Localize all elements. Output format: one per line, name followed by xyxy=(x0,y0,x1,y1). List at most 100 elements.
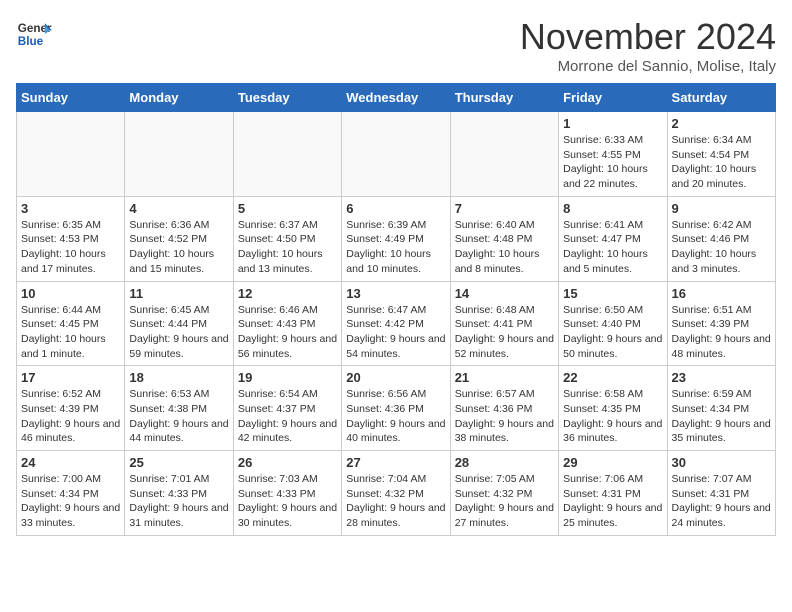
calendar-cell: 1 Sunrise: 6:33 AM Sunset: 4:55 PM Daylig… xyxy=(559,112,667,197)
day-info: Sunrise: 7:01 AM Sunset: 4:33 PM Dayligh… xyxy=(129,472,228,531)
day-number: 13 xyxy=(346,286,445,301)
logo-icon: General Blue xyxy=(16,16,52,52)
day-info: Sunrise: 7:07 AM Sunset: 4:31 PM Dayligh… xyxy=(672,472,771,531)
day-header-saturday: Saturday xyxy=(667,84,775,112)
day-number: 22 xyxy=(563,370,662,385)
day-info: Sunrise: 6:40 AM Sunset: 4:48 PM Dayligh… xyxy=(455,218,554,277)
calendar-cell: 7 Sunrise: 6:40 AM Sunset: 4:48 PM Daylig… xyxy=(450,196,558,281)
day-info: Sunrise: 6:57 AM Sunset: 4:36 PM Dayligh… xyxy=(455,387,554,446)
location: Morrone del Sannio, Molise, Italy xyxy=(520,58,776,75)
day-number: 15 xyxy=(563,286,662,301)
calendar-cell xyxy=(233,112,341,197)
month-title: November 2024 xyxy=(520,16,776,58)
day-number: 1 xyxy=(563,116,662,131)
day-number: 30 xyxy=(672,455,771,470)
day-number: 23 xyxy=(672,370,771,385)
calendar-cell: 4 Sunrise: 6:36 AM Sunset: 4:52 PM Daylig… xyxy=(125,196,233,281)
day-number: 6 xyxy=(346,201,445,216)
day-info: Sunrise: 6:39 AM Sunset: 4:49 PM Dayligh… xyxy=(346,218,445,277)
day-info: Sunrise: 6:58 AM Sunset: 4:35 PM Dayligh… xyxy=(563,387,662,446)
title-block: November 2024 Morrone del Sannio, Molise… xyxy=(520,16,776,75)
calendar-cell: 17 Sunrise: 6:52 AM Sunset: 4:39 PM Dayli… xyxy=(17,366,125,451)
calendar-cell: 15 Sunrise: 6:50 AM Sunset: 4:40 PM Dayli… xyxy=(559,281,667,366)
calendar-week-2: 10Sunrise: 6:44 AM Sunset: 4:45 PM Dayli… xyxy=(17,281,776,366)
svg-text:Blue: Blue xyxy=(18,35,44,48)
calendar-cell: 12Sunrise: 6:46 AM Sunset: 4:43 PM Dayli… xyxy=(233,281,341,366)
day-info: Sunrise: 7:04 AM Sunset: 4:32 PM Dayligh… xyxy=(346,472,445,531)
calendar-cell xyxy=(125,112,233,197)
calendar-cell: 19 Sunrise: 6:54 AM Sunset: 4:37 PM Dayli… xyxy=(233,366,341,451)
logo: General Blue xyxy=(16,16,52,52)
day-number: 5 xyxy=(238,201,337,216)
calendar-table: SundayMondayTuesdayWednesdayThursdayFrid… xyxy=(16,83,776,536)
day-number: 11 xyxy=(129,286,228,301)
calendar-header-row: SundayMondayTuesdayWednesdayThursdayFrid… xyxy=(17,84,776,112)
calendar-cell: 23 Sunrise: 6:59 AM Sunset: 4:34 PM Dayli… xyxy=(667,366,775,451)
calendar-cell: 18 Sunrise: 6:53 AM Sunset: 4:38 PM Dayli… xyxy=(125,366,233,451)
day-number: 4 xyxy=(129,201,228,216)
day-info: Sunrise: 6:54 AM Sunset: 4:37 PM Dayligh… xyxy=(238,387,337,446)
calendar-cell: 25 Sunrise: 7:01 AM Sunset: 4:33 PM Dayli… xyxy=(125,451,233,536)
day-number: 9 xyxy=(672,201,771,216)
day-number: 29 xyxy=(563,455,662,470)
day-info: Sunrise: 6:41 AM Sunset: 4:47 PM Dayligh… xyxy=(563,218,662,277)
day-info: Sunrise: 6:44 AM Sunset: 4:45 PM Dayligh… xyxy=(21,303,120,362)
calendar-cell: 8 Sunrise: 6:41 AM Sunset: 4:47 PM Daylig… xyxy=(559,196,667,281)
day-info: Sunrise: 6:46 AM Sunset: 4:43 PM Dayligh… xyxy=(238,303,337,362)
day-info: Sunrise: 6:34 AM Sunset: 4:54 PM Dayligh… xyxy=(672,133,771,192)
calendar-cell: 29Sunrise: 7:06 AM Sunset: 4:31 PM Dayli… xyxy=(559,451,667,536)
day-number: 26 xyxy=(238,455,337,470)
calendar-cell: 30 Sunrise: 7:07 AM Sunset: 4:31 PM Dayli… xyxy=(667,451,775,536)
day-number: 3 xyxy=(21,201,120,216)
calendar-cell: 9Sunrise: 6:42 AM Sunset: 4:46 PM Daylig… xyxy=(667,196,775,281)
day-number: 25 xyxy=(129,455,228,470)
calendar-cell: 21 Sunrise: 6:57 AM Sunset: 4:36 PM Dayli… xyxy=(450,366,558,451)
calendar-cell: 3 Sunrise: 6:35 AM Sunset: 4:53 PM Daylig… xyxy=(17,196,125,281)
calendar-cell: 24 Sunrise: 7:00 AM Sunset: 4:34 PM Dayli… xyxy=(17,451,125,536)
day-number: 27 xyxy=(346,455,445,470)
day-number: 2 xyxy=(672,116,771,131)
calendar-cell: 14 Sunrise: 6:48 AM Sunset: 4:41 PM Dayli… xyxy=(450,281,558,366)
day-number: 14 xyxy=(455,286,554,301)
day-number: 17 xyxy=(21,370,120,385)
calendar-cell: 20 Sunrise: 6:56 AM Sunset: 4:36 PM Dayli… xyxy=(342,366,450,451)
day-header-wednesday: Wednesday xyxy=(342,84,450,112)
calendar-cell xyxy=(342,112,450,197)
calendar-cell: 26 Sunrise: 7:03 AM Sunset: 4:33 PM Dayli… xyxy=(233,451,341,536)
calendar-week-4: 24 Sunrise: 7:00 AM Sunset: 4:34 PM Dayli… xyxy=(17,451,776,536)
day-info: Sunrise: 6:51 AM Sunset: 4:39 PM Dayligh… xyxy=(672,303,771,362)
day-number: 19 xyxy=(238,370,337,385)
day-info: Sunrise: 6:53 AM Sunset: 4:38 PM Dayligh… xyxy=(129,387,228,446)
calendar-cell xyxy=(450,112,558,197)
day-number: 24 xyxy=(21,455,120,470)
page-header: General Blue November 2024 Morrone del S… xyxy=(16,16,776,75)
day-info: Sunrise: 6:56 AM Sunset: 4:36 PM Dayligh… xyxy=(346,387,445,446)
day-info: Sunrise: 6:48 AM Sunset: 4:41 PM Dayligh… xyxy=(455,303,554,362)
day-header-friday: Friday xyxy=(559,84,667,112)
day-info: Sunrise: 6:35 AM Sunset: 4:53 PM Dayligh… xyxy=(21,218,120,277)
day-number: 28 xyxy=(455,455,554,470)
day-info: Sunrise: 6:36 AM Sunset: 4:52 PM Dayligh… xyxy=(129,218,228,277)
day-info: Sunrise: 6:59 AM Sunset: 4:34 PM Dayligh… xyxy=(672,387,771,446)
day-number: 8 xyxy=(563,201,662,216)
calendar-cell: 5 Sunrise: 6:37 AM Sunset: 4:50 PM Daylig… xyxy=(233,196,341,281)
day-number: 7 xyxy=(455,201,554,216)
day-info: Sunrise: 7:05 AM Sunset: 4:32 PM Dayligh… xyxy=(455,472,554,531)
calendar-cell: 27 Sunrise: 7:04 AM Sunset: 4:32 PM Dayli… xyxy=(342,451,450,536)
day-info: Sunrise: 6:37 AM Sunset: 4:50 PM Dayligh… xyxy=(238,218,337,277)
calendar-cell: 13Sunrise: 6:47 AM Sunset: 4:42 PM Dayli… xyxy=(342,281,450,366)
day-info: Sunrise: 6:33 AM Sunset: 4:55 PM Dayligh… xyxy=(563,133,662,192)
day-info: Sunrise: 7:00 AM Sunset: 4:34 PM Dayligh… xyxy=(21,472,120,531)
day-info: Sunrise: 7:03 AM Sunset: 4:33 PM Dayligh… xyxy=(238,472,337,531)
calendar-body: 1 Sunrise: 6:33 AM Sunset: 4:55 PM Daylig… xyxy=(17,112,776,536)
day-number: 21 xyxy=(455,370,554,385)
day-number: 18 xyxy=(129,370,228,385)
day-header-sunday: Sunday xyxy=(17,84,125,112)
calendar-cell: 16 Sunrise: 6:51 AM Sunset: 4:39 PM Dayli… xyxy=(667,281,775,366)
calendar-week-3: 17 Sunrise: 6:52 AM Sunset: 4:39 PM Dayli… xyxy=(17,366,776,451)
day-info: Sunrise: 6:52 AM Sunset: 4:39 PM Dayligh… xyxy=(21,387,120,446)
day-info: Sunrise: 6:50 AM Sunset: 4:40 PM Dayligh… xyxy=(563,303,662,362)
day-header-thursday: Thursday xyxy=(450,84,558,112)
day-number: 20 xyxy=(346,370,445,385)
day-number: 16 xyxy=(672,286,771,301)
